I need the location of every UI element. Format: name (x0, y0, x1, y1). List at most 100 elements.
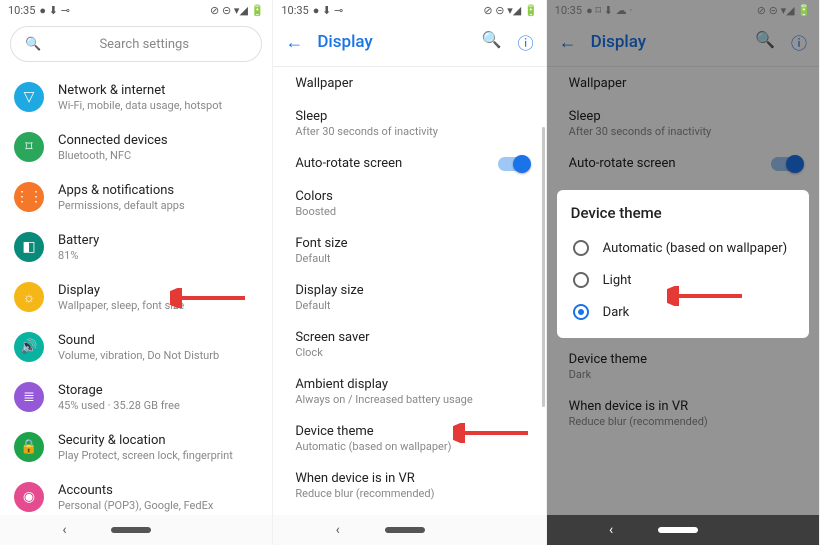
settings-item-display[interactable]: ☼ Display Wallpaper, sleep, font size (0, 272, 272, 322)
theme-option-dark[interactable]: Dark (571, 296, 795, 328)
radio-icon (573, 304, 589, 320)
toggle-switch[interactable] (498, 157, 528, 171)
settings-item-security-location[interactable]: 🔒 Security & location Play Protect, scre… (0, 422, 272, 472)
item-title: Apps & notifications (58, 183, 185, 198)
settings-item-sound[interactable]: 🔊 Sound Volume, vibration, Do Not Distur… (0, 322, 272, 372)
display-item-when-device-is-in-vr[interactable]: When device is in VRReduce blur (recomme… (273, 462, 545, 509)
status-time: 10:35 (8, 4, 35, 17)
status-icons-left: ● ⌑ ⬇ ☁ · (586, 4, 632, 17)
item-title: When device is in VR (295, 471, 523, 486)
back-arrow-icon[interactable]: ← (285, 32, 303, 53)
category-icon: 🔊 (14, 332, 44, 362)
item-title: Battery (58, 233, 99, 248)
item-title: Font size (295, 236, 523, 251)
search-settings-input[interactable]: 🔍 Search settings (10, 26, 262, 62)
settings-list: ▽ Network & internet Wi-Fi, mobile, data… (0, 72, 272, 515)
dialog-title: Device theme (571, 204, 795, 222)
category-icon: ⋮⋮ (14, 182, 44, 212)
device-theme-dialog: Device theme Automatic (based on wallpap… (557, 190, 809, 338)
radio-icon (573, 240, 589, 256)
status-bar: 10:35 ● ⬇ ⊸ ⊘ ⊝ ▾◢ 🔋 (273, 0, 545, 20)
status-icons-left: ● ⬇ ⊸ (313, 4, 344, 17)
item-title: Security & location (58, 433, 233, 448)
item-title: Storage (58, 383, 180, 398)
item-subtitle: Bluetooth, NFC (58, 149, 168, 162)
item-subtitle: Reduce blur (recommended) (295, 487, 523, 500)
theme-option-automatic-based-on-wallpaper-[interactable]: Automatic (based on wallpaper) (571, 232, 795, 264)
status-icons-left: ● ⬇ ⊸ (39, 4, 70, 17)
item-title: Display (58, 283, 184, 298)
option-label: Light (603, 273, 632, 288)
status-time: 10:35 (555, 4, 582, 17)
item-title: Sound (58, 333, 219, 348)
category-icon: ▽ (14, 82, 44, 112)
nav-back-icon[interactable]: ‹ (609, 522, 613, 538)
status-bar: 10:35 ● ⌑ ⬇ ☁ · ⊘ ⊝ ▾◢ 🔋 (547, 0, 819, 20)
settings-item-accounts[interactable]: ◉ Accounts Personal (POP3), Google, FedE… (0, 472, 272, 515)
settings-item-connected-devices[interactable]: ⌑ Connected devices Bluetooth, NFC (0, 122, 272, 172)
display-item-ambient-display[interactable]: Ambient displayAlways on / Increased bat… (273, 368, 545, 415)
category-icon: ☼ (14, 282, 44, 312)
status-bar: 10:35 ● ⬇ ⊸ ⊘ ⊝ ▾◢ 🔋 (0, 0, 272, 20)
navigation-bar: ‹ (0, 515, 272, 545)
category-icon: ◧ (14, 232, 44, 262)
item-title: Ambient display (295, 377, 523, 392)
status-icons-right: ⊘ ⊝ ▾◢ 🔋 (757, 4, 811, 17)
item-title: Device theme (295, 424, 523, 439)
display-item-sleep[interactable]: SleepAfter 30 seconds of inactivity (273, 100, 545, 147)
nav-back-icon[interactable]: ‹ (62, 522, 66, 538)
nav-home-pill[interactable] (111, 527, 151, 533)
nav-home-pill[interactable] (658, 527, 698, 533)
item-subtitle: Automatic (based on wallpaper) (295, 440, 523, 453)
search-icon: 🔍 (25, 37, 41, 52)
nav-back-icon[interactable]: ‹ (336, 522, 340, 538)
item-subtitle: 81% (58, 249, 99, 262)
page-title: Display (317, 32, 467, 52)
item-title: Display size (295, 283, 523, 298)
nav-home-pill[interactable] (385, 527, 425, 533)
device-theme-dialog-screen: 10:35 ● ⌑ ⬇ ☁ · ⊘ ⊝ ▾◢ 🔋 ← Display 🔍 ⓘ W… (547, 0, 820, 545)
item-subtitle: Personal (POP3), Google, FedEx (58, 499, 213, 512)
item-subtitle: 45% used · 35.28 GB free (58, 399, 180, 412)
navigation-bar: ‹ (273, 515, 545, 545)
display-item-font-size[interactable]: Font sizeDefault (273, 227, 545, 274)
category-icon: ≣ (14, 382, 44, 412)
settings-item-storage[interactable]: ≣ Storage 45% used · 35.28 GB free (0, 372, 272, 422)
radio-icon (573, 272, 589, 288)
settings-main-screen: 10:35 ● ⬇ ⊸ ⊘ ⊝ ▾◢ 🔋 🔍 Search settings ▽… (0, 0, 273, 545)
item-title: Auto-rotate screen (295, 156, 402, 171)
status-icons-right: ⊘ ⊝ ▾◢ 🔋 (210, 4, 264, 17)
item-subtitle: Default (295, 299, 523, 312)
search-icon[interactable]: 🔍 (482, 30, 502, 54)
settings-item-battery[interactable]: ◧ Battery 81% (0, 222, 272, 272)
status-icons-right: ⊘ ⊝ ▾◢ 🔋 (483, 4, 537, 17)
display-settings-screen: 10:35 ● ⬇ ⊸ ⊘ ⊝ ▾◢ 🔋 ← Display 🔍 ⓘ Wallp… (273, 0, 546, 545)
item-title: Accounts (58, 483, 213, 498)
item-title: Screen saver (295, 330, 523, 345)
display-item-screen-saver[interactable]: Screen saverClock (273, 321, 545, 368)
item-title: Connected devices (58, 133, 168, 148)
option-label: Automatic (based on wallpaper) (603, 241, 788, 256)
settings-item-apps-notifications[interactable]: ⋮⋮ Apps & notifications Permissions, def… (0, 172, 272, 222)
theme-option-light[interactable]: Light (571, 264, 795, 296)
display-item-device-theme[interactable]: Device themeAutomatic (based on wallpape… (273, 415, 545, 462)
category-icon: ◉ (14, 482, 44, 512)
option-label: Dark (603, 305, 630, 320)
item-subtitle: Boosted (295, 205, 523, 218)
item-subtitle: Wi-Fi, mobile, data usage, hotspot (58, 99, 222, 112)
display-item-auto-rotate-screen[interactable]: Auto-rotate screen (273, 147, 545, 180)
item-subtitle: Default (295, 252, 523, 265)
item-subtitle: Volume, vibration, Do Not Disturb (58, 349, 219, 362)
display-item-colors[interactable]: ColorsBoosted (273, 180, 545, 227)
settings-item-network-internet[interactable]: ▽ Network & internet Wi-Fi, mobile, data… (0, 72, 272, 122)
item-subtitle: Always on / Increased battery usage (295, 393, 523, 406)
navigation-bar: ‹ (547, 515, 819, 545)
item-title: Network & internet (58, 83, 222, 98)
status-time: 10:35 (281, 4, 308, 17)
header-bar: ← Display 🔍 ⓘ (273, 20, 545, 67)
display-item-display-size[interactable]: Display sizeDefault (273, 274, 545, 321)
display-item-wallpaper[interactable]: Wallpaper (273, 67, 545, 100)
help-icon[interactable]: ⓘ (518, 30, 534, 54)
item-title: Wallpaper (295, 76, 523, 91)
item-subtitle: Play Protect, screen lock, fingerprint (58, 449, 233, 462)
